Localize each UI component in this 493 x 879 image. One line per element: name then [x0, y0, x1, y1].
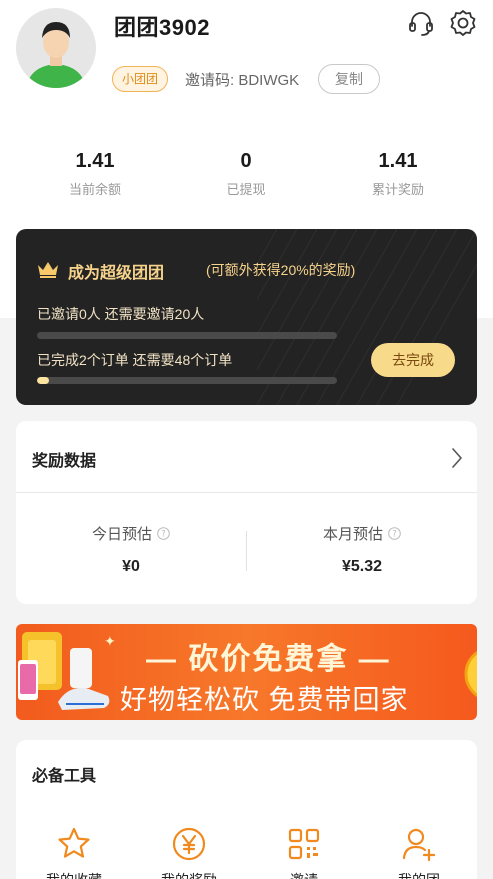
today-estimate-value: ¥0	[122, 558, 140, 575]
reward-data-title: 奖励数据	[32, 453, 97, 470]
yen-icon	[172, 827, 206, 861]
coin-icon: 0	[464, 650, 477, 698]
tool-label: 邀请	[246, 870, 362, 879]
tools-title: 必备工具	[32, 768, 97, 785]
banner-headline: — 砍价免费拿 —	[146, 643, 391, 676]
products-illustration: ✦	[18, 632, 116, 710]
invite-progress-text: 已邀请0人 还需要邀请20人	[37, 306, 205, 322]
help-icon[interactable]: ?	[157, 527, 170, 540]
svg-text:?: ?	[392, 530, 397, 540]
crown-icon	[38, 262, 58, 278]
qr-code-icon	[288, 828, 320, 860]
avatar[interactable]	[16, 8, 96, 88]
banner-subline: 好物轻松砍 免费带回家	[120, 685, 409, 715]
month-estimate-label: 本月预估	[322, 526, 383, 543]
order-progress-text: 已完成2个订单 还需要48个订单	[37, 352, 233, 368]
star-icon	[58, 827, 90, 858]
order-progress-bar	[37, 377, 337, 384]
stat-value: 1.41	[378, 150, 418, 172]
promo-title: 成为超级团团	[68, 265, 165, 282]
svg-text:?: ?	[161, 530, 166, 540]
copy-button[interactable]: 复制	[318, 64, 380, 94]
stat-label: 已提现	[226, 182, 266, 197]
svg-text:✦: ✦	[104, 634, 116, 650]
chevron-right-icon[interactable]	[451, 447, 463, 469]
tool-rewards[interactable]: 我的奖励	[131, 826, 247, 879]
month-estimate-value: ¥5.32	[341, 558, 383, 575]
bargain-banner[interactable]: ✦ — 砍价免费拿 — 好物轻松砍 免费带回家 0	[16, 624, 477, 720]
add-user-icon	[402, 828, 436, 862]
member-tag-badge: 小团团	[112, 66, 169, 92]
order-progress-fill	[37, 377, 49, 384]
stat-label: 累计奖励	[371, 182, 424, 197]
invite-progress-bar	[37, 332, 337, 339]
tool-label: 我的团	[361, 870, 477, 879]
tool-favorites[interactable]: 我的收藏	[16, 826, 132, 879]
tool-label: 我的奖励	[131, 870, 247, 879]
tool-my-team[interactable]: 我的团	[361, 826, 477, 879]
tools-card: 必备工具 我的收藏 我的奖励 邀请	[16, 740, 477, 879]
stat-value: 0	[240, 150, 252, 172]
tool-label: 我的收藏	[16, 870, 132, 879]
promo-subtitle: (可额外获得20%的奖励)	[206, 262, 356, 278]
headset-icon[interactable]	[406, 8, 436, 38]
invite-code-text: 邀请码: BDIWGK	[185, 72, 300, 89]
stats-row: 1.41 当前余额 0 已提现 1.41 累计奖励	[0, 150, 493, 204]
help-icon[interactable]: ?	[388, 527, 401, 540]
reward-data-card: 奖励数据 今日预估 ? ¥0 本月预估 ? ¥5.32	[16, 421, 477, 604]
stat-label: 当前余额	[68, 182, 121, 197]
reward-data-header[interactable]: 奖励数据	[16, 421, 477, 493]
stat-balance[interactable]: 1.41 当前余额	[15, 150, 175, 198]
today-estimate: 今日预估 ? ¥0	[16, 523, 246, 576]
tool-invite[interactable]: 邀请	[246, 826, 362, 879]
super-member-card: 成为超级团团 (可额外获得20%的奖励) 已邀请0人 还需要邀请20人 已完成2…	[16, 229, 477, 405]
today-estimate-label: 今日预估	[91, 526, 152, 543]
username: 团团3902	[114, 15, 210, 40]
gear-icon[interactable]	[448, 8, 478, 38]
stat-withdrawn[interactable]: 0 已提现	[166, 150, 326, 198]
month-estimate: 本月预估 ? ¥5.32	[247, 523, 477, 576]
stat-value: 1.41	[75, 150, 115, 172]
stat-total-reward[interactable]: 1.41 累计奖励	[318, 150, 478, 198]
complete-task-button[interactable]: 去完成	[371, 343, 455, 377]
